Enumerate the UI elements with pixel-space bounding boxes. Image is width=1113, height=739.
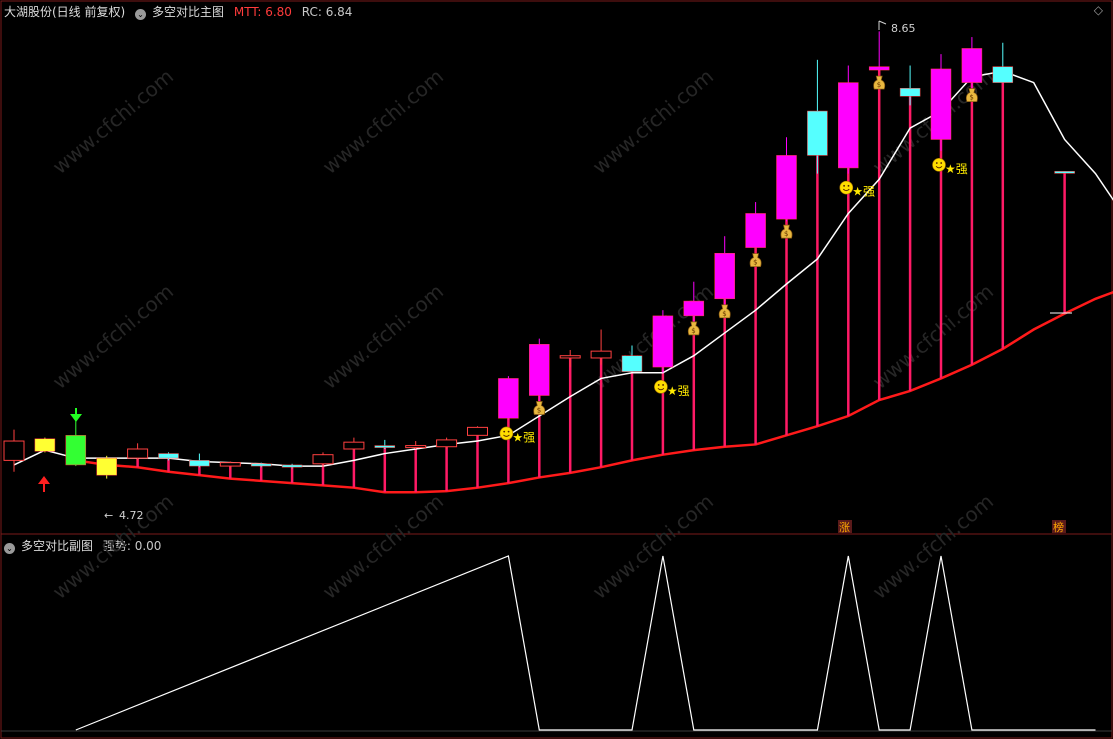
strong-tag: ★强	[945, 162, 968, 176]
candle-body	[343, 441, 365, 450]
smiley-eye	[935, 162, 938, 164]
stem-layer	[74, 48, 1066, 493]
watermark-text: www.cfchi.com	[318, 279, 448, 394]
watermark-text: www.cfchi.com	[48, 279, 178, 394]
strength-line	[75, 555, 1096, 731]
smiley-eye	[662, 384, 664, 386]
smiley-icon	[499, 426, 514, 441]
candle-body	[467, 426, 488, 436]
candle-body	[281, 464, 303, 468]
smiley-eye	[507, 430, 510, 433]
candle-body	[930, 68, 952, 140]
candle-body	[3, 440, 25, 461]
money-bag-symbol: $	[969, 94, 973, 102]
candle-body	[529, 344, 550, 396]
watermark-text: www.cfchi.com	[48, 489, 178, 604]
sell-arrow-icon	[70, 408, 82, 422]
watermark-text: www.cfchi.com	[868, 489, 998, 604]
candle-body	[312, 454, 334, 465]
candle-body	[776, 155, 797, 220]
candle-body	[621, 355, 643, 372]
candle-body	[683, 300, 705, 317]
money-bag-symbol: $	[753, 259, 757, 267]
candle-body	[219, 462, 241, 467]
candle-body	[714, 253, 735, 300]
money-bag-symbol: $	[877, 81, 881, 89]
money-bag-symbol: $	[722, 310, 726, 318]
watermark-text: www.cfchi.com	[588, 64, 718, 179]
high-price-label: 8.65	[891, 22, 916, 35]
smiley-icon	[839, 180, 854, 195]
candle-body	[838, 82, 859, 169]
strong-tag: ★强	[512, 430, 535, 444]
money-bag-symbol: $	[691, 327, 695, 335]
candle-body	[1054, 171, 1075, 174]
smiley-eye	[847, 184, 850, 187]
smiley-icon	[932, 158, 946, 172]
watermark-text: www.cfchi.com	[318, 489, 448, 604]
candle-body	[158, 453, 179, 459]
bottom-tag-2: 榜	[1053, 520, 1064, 534]
candle-body	[127, 448, 149, 459]
strong-tag: ★强	[667, 384, 690, 398]
candle-body	[590, 350, 612, 359]
candle-body	[34, 438, 56, 452]
chart-canvas[interactable]: www.cfchi.com www.cfchi.com www.cfchi.com w…	[0, 0, 1113, 739]
candle-body	[96, 457, 117, 476]
bottom-tag-1: 涨	[839, 521, 850, 534]
smiley-eye	[940, 162, 943, 164]
candle-body	[189, 460, 210, 467]
smiley-eye	[503, 430, 506, 433]
smiley-eye	[657, 384, 660, 386]
candle-body	[250, 463, 272, 467]
watermark-text: www.cfchi.com	[318, 64, 448, 179]
candle-body	[65, 435, 87, 466]
candle-body	[807, 110, 828, 156]
money-bag-symbol: $	[784, 230, 788, 238]
candle-layer	[3, 31, 1075, 479]
candle-body	[992, 66, 1014, 83]
candle-body	[374, 445, 396, 448]
label-layer: 8.65 4.72 ← 涨 榜	[38, 20, 1066, 534]
watermark-text: www.cfchi.com	[868, 279, 998, 394]
candle-body	[405, 445, 427, 449]
watermark-text: www.cfchi.com	[48, 64, 178, 179]
candle-body	[899, 88, 921, 97]
sub-chart-layer	[75, 555, 1096, 731]
candle-body	[498, 378, 519, 419]
money-bag-symbol: $	[537, 407, 541, 415]
left-arrow-icon: ←	[104, 509, 113, 522]
smiley-icon	[654, 379, 668, 394]
low-price-label: 4.72	[119, 509, 144, 522]
candle-body	[652, 315, 674, 368]
candle-body	[436, 439, 458, 448]
candle-body	[745, 213, 766, 248]
smiley-eye	[843, 184, 845, 187]
candle-body	[868, 66, 890, 71]
watermark-text: www.cfchi.com	[588, 489, 718, 604]
candle-body	[559, 355, 581, 359]
strong-tag: ★强	[852, 185, 875, 199]
buy-arrow-icon	[38, 476, 50, 492]
candle-body	[961, 48, 983, 83]
